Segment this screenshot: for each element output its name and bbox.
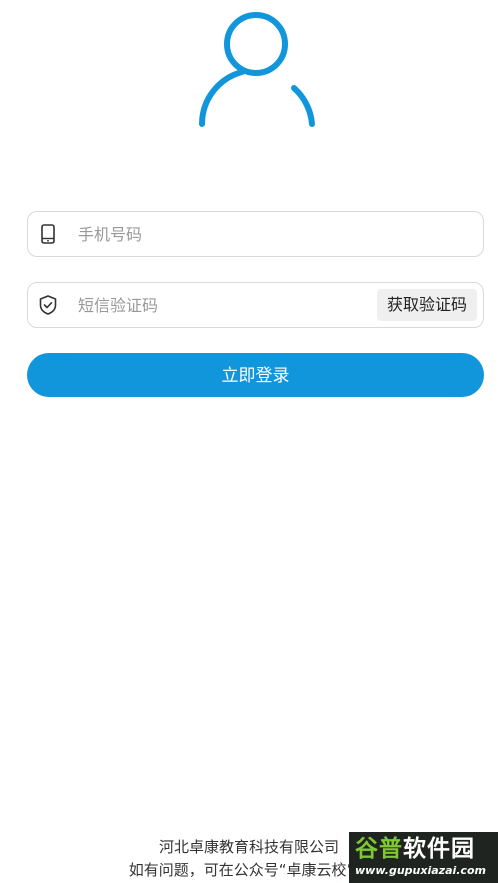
sms-code-field[interactable]: 获取验证码 bbox=[27, 282, 484, 328]
watermark-title: 谷普软件园 bbox=[355, 836, 475, 862]
mobile-phone-icon bbox=[41, 224, 55, 244]
site-watermark: 谷普软件园 www.gupuxiazai.com bbox=[349, 832, 498, 883]
get-code-button[interactable]: 获取验证码 bbox=[376, 289, 477, 321]
phone-input[interactable] bbox=[78, 212, 368, 256]
login-page: 获取验证码 立即登录 河北卓康教育科技有限公司 如有问题，可在公众号“卓康云校”… bbox=[0, 0, 498, 883]
shield-check-icon bbox=[39, 295, 57, 315]
phone-field[interactable] bbox=[27, 211, 484, 257]
user-avatar-icon bbox=[199, 12, 315, 127]
sms-code-input[interactable] bbox=[78, 283, 368, 327]
login-button[interactable]: 立即登录 bbox=[27, 353, 484, 397]
watermark-url: www.gupuxiazai.com bbox=[355, 864, 486, 877]
